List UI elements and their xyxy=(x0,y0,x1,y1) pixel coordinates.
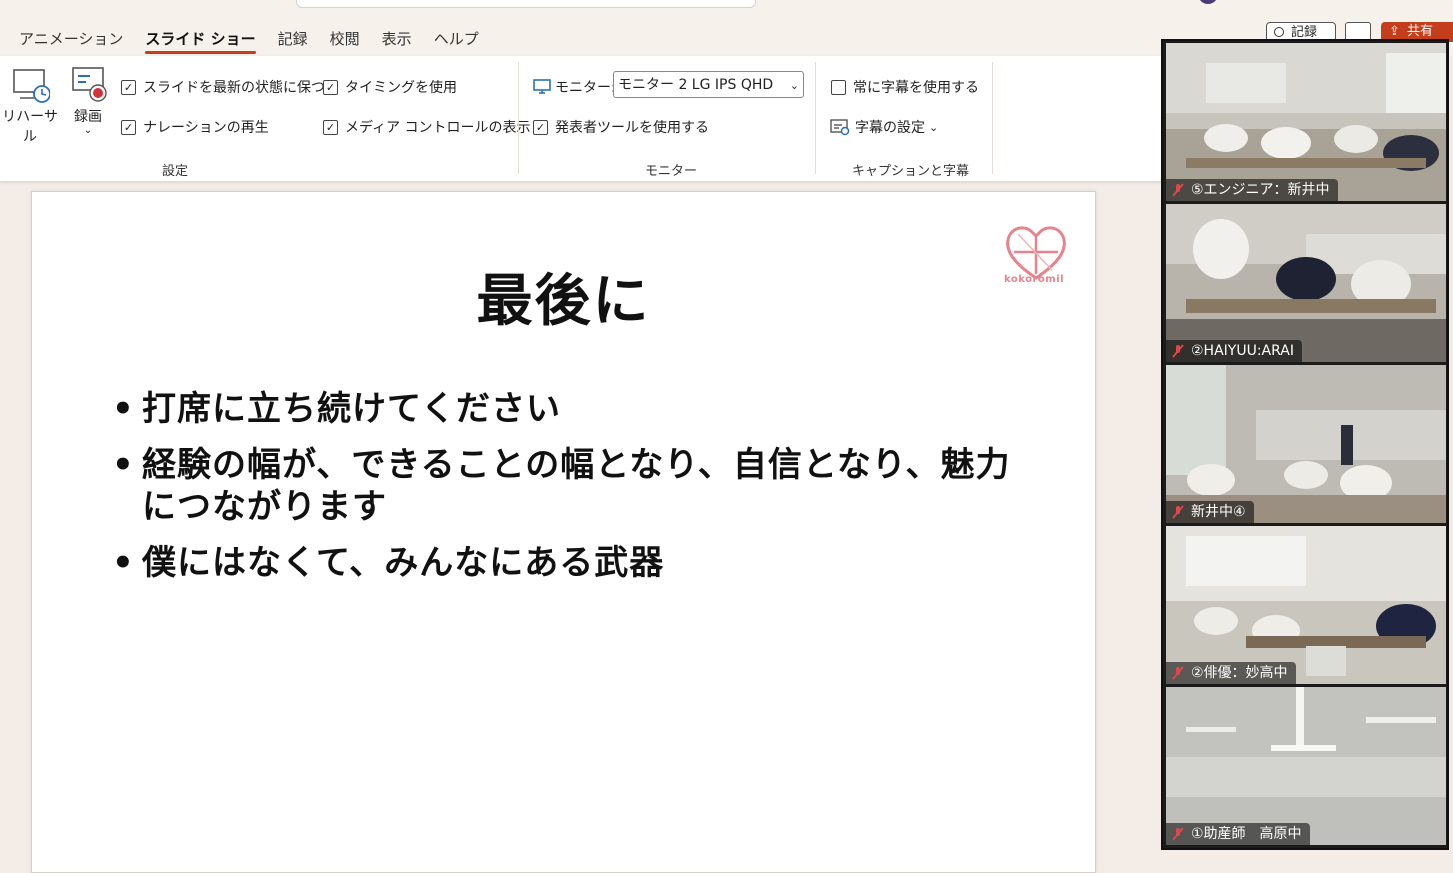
always-use-subtitles-checkbox[interactable]: 常に字幕を使用する xyxy=(831,77,979,97)
tab-slideshow[interactable]: スライド ショー xyxy=(134,24,266,54)
monitor-group-label: モニター xyxy=(645,164,698,179)
bullet-item: 打席に立ち続けてください xyxy=(112,388,1032,430)
play-narrations-checkbox[interactable]: ✓ ナレーションの再生 xyxy=(121,117,269,137)
participant-video-tile[interactable]: ①助産師 高原中 xyxy=(1166,687,1446,845)
subtitle-settings-label: 字幕の設定 xyxy=(855,120,925,136)
record-icon xyxy=(1274,27,1284,37)
participant-name-bar: 新井中④ xyxy=(1166,501,1254,523)
participant-video-tile[interactable]: ②俳優：妙高中 xyxy=(1166,526,1446,684)
checkbox-checked-icon: ✓ xyxy=(533,119,548,135)
mic-muted-icon xyxy=(1172,183,1184,197)
video-feed xyxy=(1166,204,1446,362)
keep-slides-updated-checkbox[interactable]: ✓ スライドを最新の状態に保つ xyxy=(121,77,325,97)
bullet-item: 僕にはなくて、みんなにある武器 xyxy=(112,542,1032,584)
rehearse-icon xyxy=(13,69,50,103)
chevron-down-icon: ⌄ xyxy=(83,125,93,136)
mic-muted-icon xyxy=(1172,827,1184,841)
play-narrations-label: ナレーションの再生 xyxy=(143,120,269,136)
monitor-label: モニター: xyxy=(555,80,616,96)
show-media-controls-label: メディア コントロールの表示 xyxy=(345,120,531,136)
participant-name: ②俳優：妙高中 xyxy=(1191,665,1288,681)
share-icon: ⇪ xyxy=(1389,24,1400,39)
participant-name-bar: ⑤エンジニア：新井中 xyxy=(1166,179,1338,201)
chevron-down-icon: ⌄ xyxy=(929,120,939,134)
monitor-select-value: モニター 2 LG IPS QHD xyxy=(618,77,774,93)
setup-group-label: 設定 xyxy=(162,164,189,179)
participant-name: ⑤エンジニア：新井中 xyxy=(1191,182,1330,198)
tab-review[interactable]: 校閲 xyxy=(319,24,371,54)
search-box[interactable] xyxy=(296,0,756,8)
video-feed xyxy=(1166,687,1446,845)
presenter-view-checkbox[interactable]: ✓ 発表者ツールを使用する xyxy=(533,117,709,137)
monitor-label-row: モニター: xyxy=(533,77,616,97)
video-feed xyxy=(1166,526,1446,684)
participant-name-bar: ①助産師 高原中 xyxy=(1166,823,1310,845)
participant-video-tile[interactable]: ②HAIYUU:ARAI xyxy=(1166,204,1446,362)
video-feed xyxy=(1166,43,1446,201)
slide-title: 最後に xyxy=(476,269,651,334)
participant-name: ②HAIYUU:ARAI xyxy=(1191,343,1294,359)
checkbox-checked-icon: ✓ xyxy=(323,79,338,95)
record-slideshow-label: 録画 xyxy=(74,109,102,125)
record-slideshow-button[interactable]: 録画 ⌄ xyxy=(64,66,112,136)
participant-name-bar: ②俳優：妙高中 xyxy=(1166,662,1296,684)
subtitle-settings-icon xyxy=(830,119,850,136)
chevron-down-icon: ⌄ xyxy=(789,79,799,92)
checkbox-unchecked-icon xyxy=(831,79,846,95)
group-divider xyxy=(518,62,519,174)
participant-video-tile[interactable]: ⑤エンジニア：新井中 xyxy=(1166,43,1446,201)
tab-help[interactable]: ヘルプ xyxy=(423,24,490,54)
group-divider xyxy=(815,62,816,174)
group-divider xyxy=(992,62,993,174)
subtitle-settings-button[interactable]: 字幕の設定 ⌄ xyxy=(830,117,938,137)
participant-name-bar: ②HAIYUU:ARAI xyxy=(1166,340,1302,362)
ribbon: リハーサル 録画 ⌄ ✓ スライドを最新の状態に保つ ✓ ナレーションの再生 ✓… xyxy=(0,56,1162,182)
tab-animation[interactable]: アニメーション xyxy=(0,24,134,54)
captions-group-label: キャプションと字幕 xyxy=(852,164,970,179)
mic-muted-icon xyxy=(1172,344,1184,358)
participant-name: 新井中④ xyxy=(1191,504,1246,520)
video-gallery-panel[interactable]: ⑤エンジニア：新井中 ②HAIYUU:ARAI 新井中④ ②俳優：妙高中 ①助産… xyxy=(1161,39,1449,850)
bullet-item: 経験の幅が、できることの幅となり、自信となり、魅力につながります xyxy=(112,444,1032,528)
checkbox-checked-icon: ✓ xyxy=(121,119,136,135)
keep-slides-updated-label: スライドを最新の状態に保つ xyxy=(143,80,325,96)
ribbon-tabs: アニメーション スライド ショー 記録 校閲 表示 ヘルプ xyxy=(0,24,490,54)
rehearse-button[interactable]: リハーサル xyxy=(0,66,60,146)
monitor-select[interactable]: モニター 2 LG IPS QHD ⌄ xyxy=(613,71,804,98)
tab-view[interactable]: 表示 xyxy=(371,24,423,54)
monitor-icon xyxy=(533,79,551,94)
use-timings-label: タイミングを使用 xyxy=(345,80,457,96)
mic-muted-icon xyxy=(1172,505,1184,519)
participant-name: ①助産師 高原中 xyxy=(1191,826,1302,842)
always-use-subtitles-label: 常に字幕を使用する xyxy=(853,80,979,96)
record-slideshow-icon xyxy=(72,67,107,102)
tab-record[interactable]: 記録 xyxy=(267,24,319,54)
use-timings-checkbox[interactable]: ✓ タイミングを使用 xyxy=(323,77,457,97)
checkbox-checked-icon: ✓ xyxy=(121,79,136,95)
show-media-controls-checkbox[interactable]: ✓ メディア コントロールの表示 xyxy=(323,117,530,137)
slide-canvas[interactable]: kokoromil 最後に 打席に立ち続けてください 経験の幅が、できることの幅… xyxy=(31,191,1096,873)
checkbox-checked-icon: ✓ xyxy=(323,119,338,135)
presenter-view-label: 発表者ツールを使用する xyxy=(555,120,709,136)
participant-video-tile[interactable]: 新井中④ xyxy=(1166,365,1446,523)
mic-muted-icon xyxy=(1172,666,1184,680)
slide-bullets: 打席に立ち続けてください 経験の幅が、できることの幅となり、自信となり、魅力につ… xyxy=(112,388,1032,598)
rehearse-label: リハーサル xyxy=(2,109,58,145)
video-feed xyxy=(1166,365,1446,523)
